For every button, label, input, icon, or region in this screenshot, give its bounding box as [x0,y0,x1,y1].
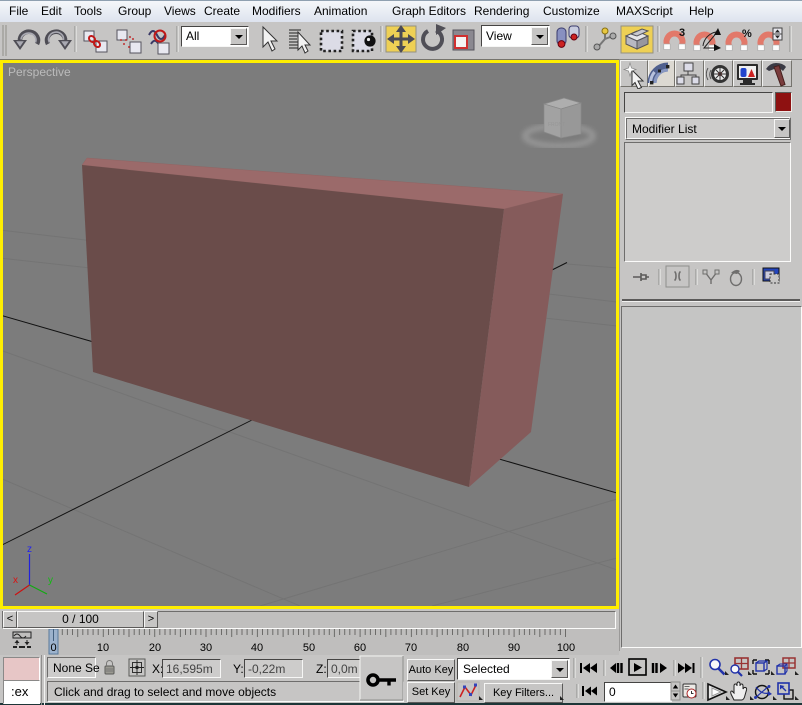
svg-text:40: 40 [251,642,263,654]
svg-text:FRONT: FRONT [548,122,565,128]
svg-text:20: 20 [149,642,161,654]
svg-text:0: 0 [50,642,56,654]
svg-text:z: z [27,544,32,555]
svg-text:x: x [13,575,18,586]
svg-text:%: % [742,28,752,40]
svg-text:y: y [48,575,53,586]
svg-text:50: 50 [303,642,315,654]
svg-text:90: 90 [508,642,520,654]
svg-text:30: 30 [200,642,212,654]
svg-text:80: 80 [457,642,469,654]
svg-text:60: 60 [354,642,366,654]
svg-text:10: 10 [97,642,109,654]
svg-text:70: 70 [405,642,417,654]
svg-text:100: 100 [557,642,575,654]
svg-text:3: 3 [679,27,685,39]
